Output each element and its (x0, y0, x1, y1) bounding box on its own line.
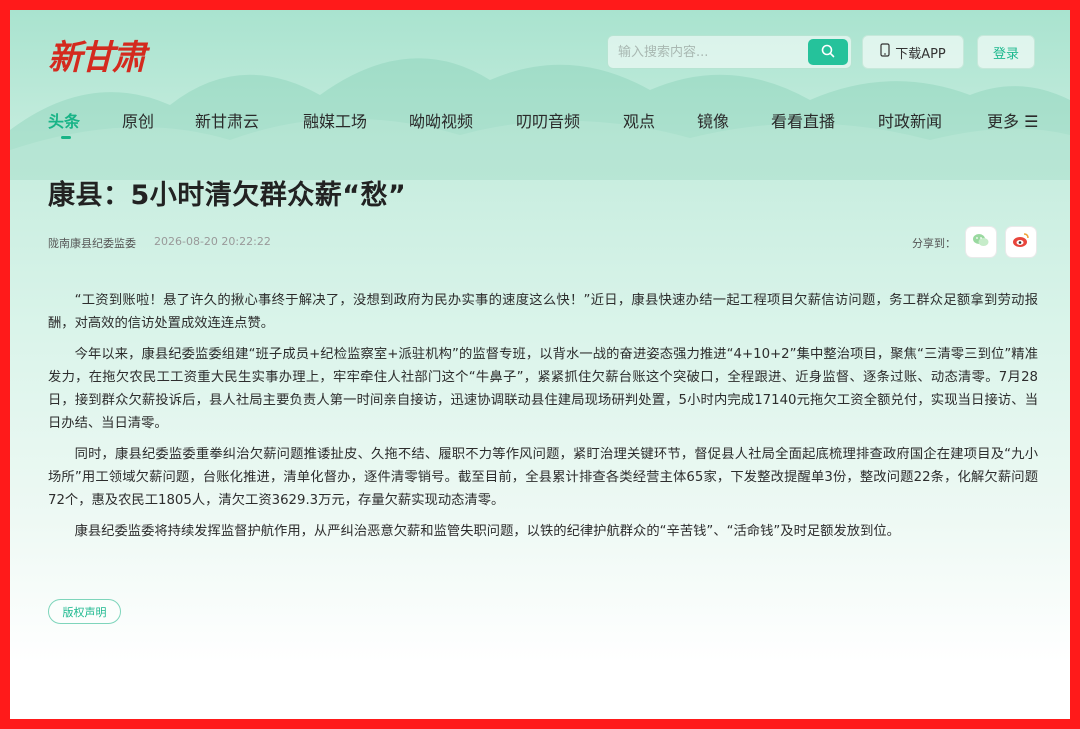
nav-item-shizheng-news[interactable]: 时政新闻 (878, 108, 942, 132)
search-input[interactable] (618, 36, 803, 68)
nav-item-daodao-audio[interactable]: 叨叨音频 (516, 108, 580, 132)
phone-icon (880, 43, 890, 61)
share-wechat-button[interactable] (966, 227, 996, 257)
article-timestamp: 2026-08-20 20:22:22 (154, 235, 271, 248)
download-app-button[interactable]: 下载APP (862, 35, 964, 69)
page-frame: 新甘肃 下载APP 登录 头条 原创 新甘肃云 融媒工场 呦呦视频 叨叨音频 观… (10, 10, 1070, 719)
copyright-button[interactable]: 版权声明 (48, 599, 121, 624)
article-body: “工资到账啦！悬了许久的揪心事终于解决了，没想到政府为民办实事的速度这么快！”近… (48, 289, 1038, 551)
search-box (607, 35, 852, 69)
nav-item-toutiao[interactable]: 头条 (48, 108, 80, 132)
article-paragraph: 今年以来，康县纪委监委组建“班子成员+纪检监察室+派驻机构”的监督专班，以背水一… (48, 347, 1038, 431)
article-paragraph: 康县纪委监委将持续发挥监督护航作用，从严纠治恶意欠薪和监管失职问题，以铁的纪律护… (74, 524, 900, 539)
article-title: 康县：5小时清欠群众薪“愁” (48, 180, 407, 211)
nav-item-guandian[interactable]: 观点 (623, 108, 655, 132)
download-app-label: 下载APP (895, 46, 946, 62)
wechat-icon (972, 232, 990, 252)
share-weibo-button[interactable] (1006, 227, 1036, 257)
nav-item-rongmeigongchang[interactable]: 融媒工场 (303, 108, 367, 132)
active-nav-indicator (61, 136, 71, 139)
login-button[interactable]: 登录 (977, 35, 1035, 69)
nav-item-more[interactable]: 更多 ☰ (987, 108, 1038, 132)
search-icon (821, 43, 835, 62)
share-label: 分享到： (912, 237, 956, 250)
nav-item-kankan-live[interactable]: 看看直播 (771, 108, 835, 132)
article-source: 陇南康县纪委监委 (48, 237, 136, 250)
article-paragraph: 同时，康县纪委监委重拳纠治欠薪问题推诿扯皮、久拖不结、履职不力等作风问题，紧盯治… (48, 447, 1038, 508)
nav-item-yuanchuang[interactable]: 原创 (122, 108, 154, 132)
weibo-icon (1012, 232, 1030, 252)
site-logo[interactable]: 新甘肃 (48, 30, 146, 79)
nav-item-jingxiang[interactable]: 镜像 (697, 108, 729, 132)
article-paragraph: “工资到账啦！悬了许久的揪心事终于解决了，没想到政府为民办实事的速度这么快！”近… (48, 293, 1038, 331)
nav-item-xingansuyun[interactable]: 新甘肃云 (195, 108, 259, 132)
nav-item-youyou-video[interactable]: 呦呦视频 (409, 108, 473, 132)
search-button[interactable] (808, 39, 848, 65)
